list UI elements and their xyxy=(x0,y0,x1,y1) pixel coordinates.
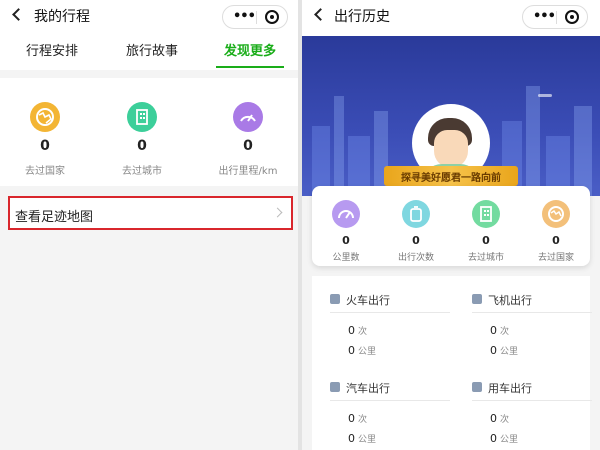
mini-program-capsule: ••• xyxy=(222,5,288,29)
stat-label: 出行里程/km xyxy=(218,166,278,177)
airplane-icon xyxy=(472,294,482,304)
city-building-icon xyxy=(127,102,157,132)
skyline-tower xyxy=(334,96,344,196)
mini-program-capsule: ••• xyxy=(522,5,588,29)
more-icon[interactable]: ••• xyxy=(233,8,256,26)
stat-value: 0 xyxy=(137,138,147,154)
chevron-right-icon xyxy=(272,207,283,218)
stat-value: 0 xyxy=(243,138,253,154)
airplane-icon xyxy=(538,94,552,97)
capsule-divider xyxy=(556,11,557,24)
back-icon[interactable] xyxy=(12,8,25,21)
stat-value: 0 xyxy=(40,138,50,154)
stats-section: 0 去过国家 0 去过城市 0 出行里程/km xyxy=(0,78,298,186)
summary-card: 0 公里数 0 出行次数 0 去过城市 0 去过国家 xyxy=(312,186,590,266)
stat-label: 去过国家 xyxy=(537,253,574,263)
stat-label: 出行次数 xyxy=(397,253,434,263)
travel-history-panel: 出行历史 ••• 探寻美好愿君一路向前 0 公里数 0 出行次数 0 去过城市 … xyxy=(302,0,600,450)
trip-distance: 0 公里 xyxy=(348,344,377,357)
tab-bar: 行程安排 旅行故事 发现更多 xyxy=(0,36,298,70)
page-title: 出行历史 xyxy=(334,9,390,25)
globe-icon xyxy=(30,102,60,132)
suitcase-icon xyxy=(402,200,430,228)
close-target-icon[interactable] xyxy=(565,10,579,24)
divider xyxy=(330,400,450,401)
footprint-map-label: 查看足迹地图 xyxy=(15,210,94,225)
stat-value: 0 xyxy=(482,234,490,247)
divider xyxy=(472,312,592,313)
tab-itinerary[interactable]: 行程安排 xyxy=(26,44,78,60)
capsule-divider xyxy=(256,11,257,24)
travel-modes-section: 火车出行 0次 0 公里 飞机出行 0次 0 公里 汽车出行 0 次 0 公里 … xyxy=(312,276,592,450)
trip-distance: 0 公里 xyxy=(490,344,519,357)
divider xyxy=(330,312,450,313)
stat-value: 0 xyxy=(412,234,420,247)
tab-discover-more[interactable]: 发现更多 xyxy=(224,44,276,60)
bus-icon xyxy=(330,382,340,392)
avatar-face xyxy=(434,130,468,168)
trip-count: 0次 xyxy=(348,324,368,337)
tab-travel-stories[interactable]: 旅行故事 xyxy=(126,44,178,60)
stat-label: 去过城市 xyxy=(122,166,162,177)
divider xyxy=(472,400,592,401)
stat-label: 公里数 xyxy=(332,253,360,263)
skyline-building xyxy=(574,106,592,196)
globe-icon xyxy=(542,200,570,228)
speedometer-icon xyxy=(332,200,360,228)
close-target-icon[interactable] xyxy=(265,10,279,24)
trip-count: 0次 xyxy=(348,412,368,425)
header-bar: 出行历史 ••• xyxy=(302,0,600,36)
my-trips-panel: 我的行程 ••• 行程安排 旅行故事 发现更多 0 去过国家 0 去过城市 0 … xyxy=(0,0,298,450)
skyline-tower xyxy=(526,86,540,196)
page-title: 我的行程 xyxy=(34,9,90,25)
more-icon[interactable]: ••• xyxy=(533,8,556,26)
stat-label: 去过城市 xyxy=(467,253,504,263)
speedometer-icon xyxy=(233,102,263,132)
car-icon xyxy=(472,382,482,392)
back-icon[interactable] xyxy=(314,8,327,21)
stat-value: 0 xyxy=(342,234,350,247)
train-icon xyxy=(330,294,340,304)
city-building-icon xyxy=(472,200,500,228)
stat-label: 去过国家 xyxy=(25,166,65,177)
stat-value: 0 xyxy=(552,234,560,247)
slogan-text: 探寻美好愿君一路向前 xyxy=(401,173,501,184)
footprint-map-button[interactable]: 查看足迹地图 xyxy=(8,196,293,230)
header-bar: 我的行程 ••• xyxy=(0,0,298,36)
active-tab-indicator xyxy=(216,66,284,68)
slogan-ribbon: 探寻美好愿君一路向前 xyxy=(384,166,518,186)
trip-distance: 0 公里 xyxy=(348,432,377,445)
screen: 我的行程 ••• 行程安排 旅行故事 发现更多 0 去过国家 0 去过城市 0 … xyxy=(0,0,600,450)
trip-count: 0次 xyxy=(490,412,510,425)
trip-count: 0次 xyxy=(490,324,510,337)
trip-distance: 0 公里 xyxy=(490,432,519,445)
